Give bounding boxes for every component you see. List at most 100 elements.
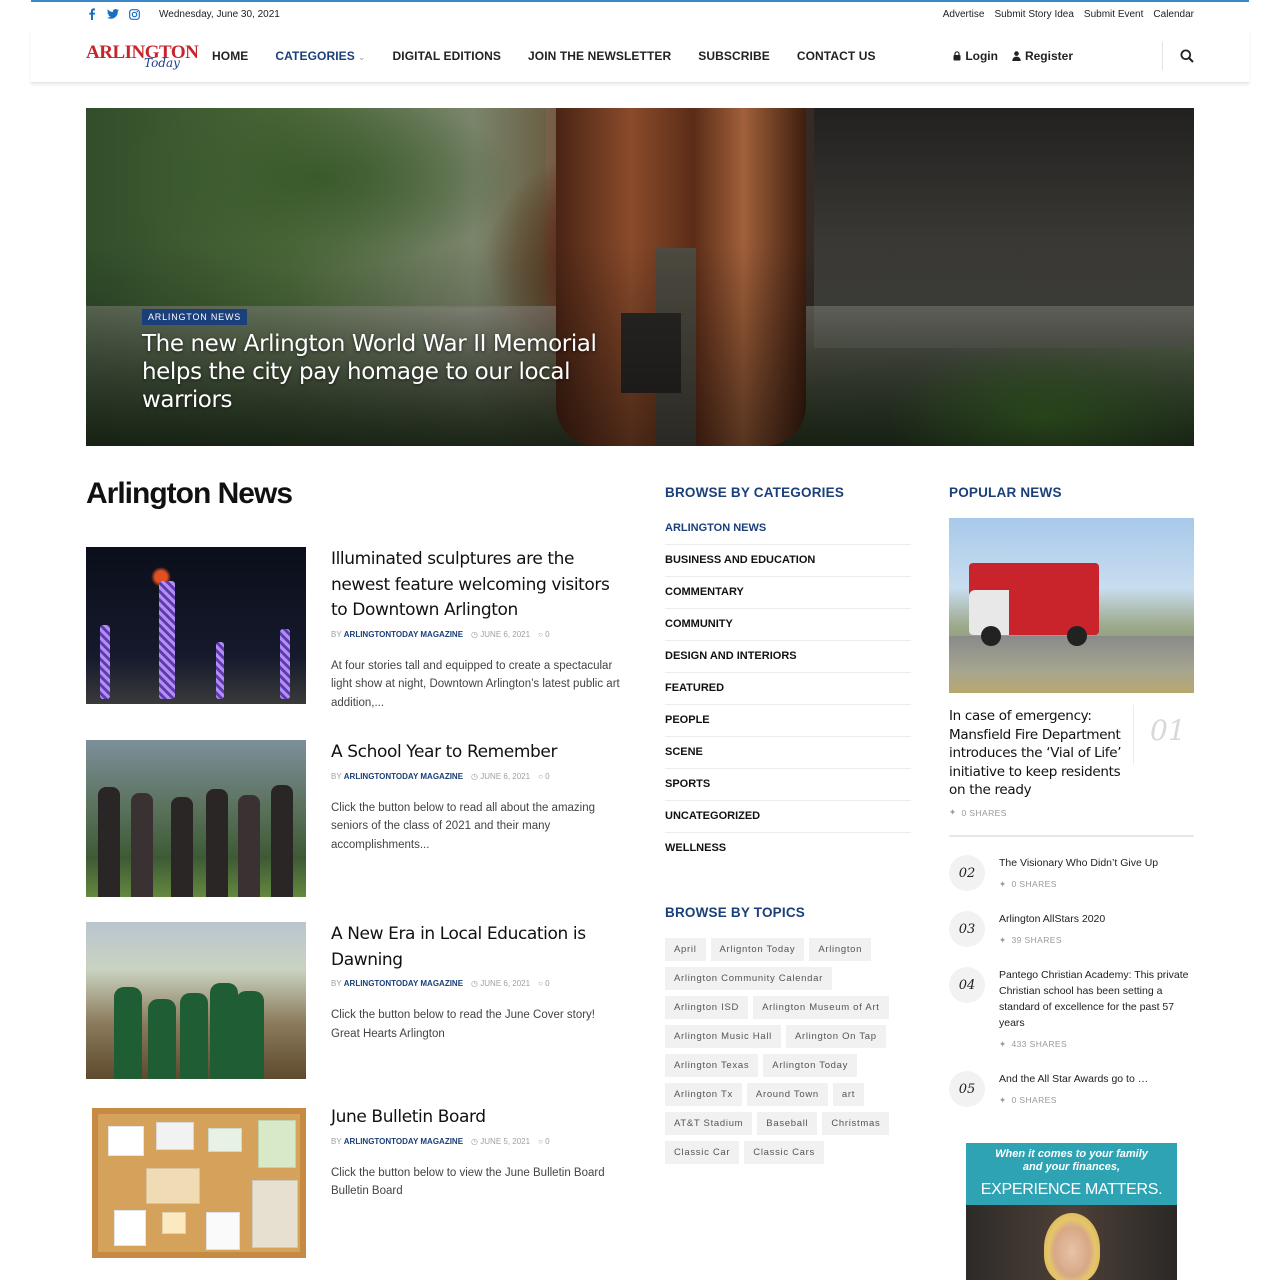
- thumb-person: [271, 785, 293, 897]
- nav-newsletter[interactable]: JOIN THE NEWSLETTER: [528, 49, 671, 63]
- topic-tag[interactable]: Arlington: [809, 938, 872, 961]
- article-date: ◷ JUNE 6, 2021: [471, 979, 530, 988]
- ad-headline: EXPERIENCE MATTERS.: [980, 1181, 1163, 1198]
- instagram-icon[interactable]: [128, 8, 140, 20]
- twitter-icon[interactable]: [107, 8, 119, 20]
- popular-first-rank: 01: [1150, 714, 1186, 747]
- site-logo[interactable]: ARLINGTON Today: [86, 40, 199, 72]
- byline-prefix: BY: [331, 629, 342, 639]
- topic-tag[interactable]: Classic Car: [665, 1141, 740, 1164]
- topics-heading: BROWSE BY TOPICS: [665, 905, 805, 920]
- comment-icon: ○: [538, 771, 543, 781]
- article-author[interactable]: ARLINGTONTODAY MAGAZINE: [344, 1137, 463, 1146]
- article-comments[interactable]: ○ 0: [538, 772, 550, 781]
- clock-icon: ◷: [471, 1136, 479, 1146]
- hero-category-badge[interactable]: ARLINGTON NEWS: [142, 309, 248, 325]
- topic-tag[interactable]: Arlington Tx: [665, 1083, 742, 1106]
- topic-tag[interactable]: Arlington Museum of Art: [753, 996, 889, 1019]
- top-link-submit-event[interactable]: Submit Event: [1084, 9, 1143, 20]
- category-link[interactable]: PEOPLE: [665, 705, 911, 737]
- hero-title[interactable]: The new Arlington World War II Memorial …: [142, 330, 652, 414]
- nav-separator: [1162, 42, 1163, 70]
- popular-shares: ✦ 39 SHARES: [999, 932, 1194, 948]
- category-link[interactable]: COMMENTARY: [665, 577, 911, 609]
- popular-feature-image[interactable]: [949, 518, 1194, 693]
- sidebar-advertisement[interactable]: When it comes to your family and your fin…: [966, 1143, 1177, 1280]
- register-link[interactable]: Register: [1012, 49, 1073, 63]
- popular-title[interactable]: Pantego Christian Academy: This private …: [999, 967, 1194, 1031]
- topic-tag[interactable]: April: [665, 938, 706, 961]
- comment-icon: ○: [538, 979, 543, 988]
- login-label: Login: [965, 49, 998, 63]
- nav-digital-editions[interactable]: DIGITAL EDITIONS: [393, 49, 502, 63]
- top-link-calendar[interactable]: Calendar: [1153, 9, 1194, 20]
- nav-home[interactable]: HOME: [212, 49, 248, 63]
- category-link[interactable]: WELLNESS: [665, 833, 911, 864]
- topic-tag[interactable]: Christmas: [822, 1112, 890, 1135]
- topic-tag[interactable]: AT&T Stadium: [665, 1112, 753, 1135]
- nav-contact[interactable]: CONTACT US: [797, 49, 876, 63]
- article-comments[interactable]: ○ 0: [538, 979, 550, 988]
- article-comments[interactable]: ○ 0: [538, 1137, 550, 1146]
- article-title[interactable]: June Bulletin Board: [331, 1105, 626, 1131]
- logo-script: Today: [144, 56, 180, 70]
- top-link-advertise[interactable]: Advertise: [943, 9, 985, 20]
- popular-text: Pantego Christian Academy: This private …: [999, 967, 1194, 1052]
- search-icon[interactable]: [1180, 49, 1194, 63]
- popular-title[interactable]: The Visionary Who Didn’t Give Up: [999, 855, 1194, 871]
- article-thumbnail[interactable]: [86, 547, 306, 704]
- article-title[interactable]: Illuminated sculptures are the newest fe…: [331, 547, 626, 624]
- comment-count: 0: [545, 629, 550, 639]
- thumb-note: [208, 1128, 242, 1152]
- topic-tag[interactable]: Arlington Community Calendar: [665, 967, 832, 990]
- category-link[interactable]: ARLINGTON NEWS: [665, 513, 911, 545]
- topic-tag[interactable]: Around Town: [746, 1083, 828, 1106]
- topic-tag[interactable]: Arlington Music Hall: [665, 1025, 781, 1048]
- thumb-note: [162, 1212, 186, 1234]
- category-link[interactable]: DESIGN AND INTERIORS: [665, 641, 911, 673]
- topic-tag[interactable]: Arlington ISD: [665, 996, 749, 1019]
- article-comments[interactable]: ○ 0: [538, 630, 550, 639]
- thumb-note: [252, 1180, 298, 1248]
- category-link[interactable]: BUSINESS AND EDUCATION: [665, 545, 911, 577]
- article-thumbnail[interactable]: [92, 1108, 306, 1258]
- article-title[interactable]: A New Era in Local Education is Dawning: [331, 922, 626, 973]
- topic-tag[interactable]: Arlington On Tap: [785, 1025, 886, 1048]
- popular-rank: 05: [949, 1071, 985, 1107]
- nav-subscribe[interactable]: SUBSCRIBE: [698, 49, 770, 63]
- topic-tag[interactable]: Arlignton Today: [710, 938, 805, 961]
- topic-tag[interactable]: art: [832, 1083, 865, 1106]
- popular-title[interactable]: And the All Star Awards go to …: [999, 1071, 1194, 1087]
- nav-categories[interactable]: CATEGORIES ⌄: [275, 49, 365, 63]
- article-byline: BY ARLINGTONTODAY MAGAZINE: [331, 979, 463, 988]
- topic-tag[interactable]: Baseball: [757, 1112, 818, 1135]
- topic-tag[interactable]: Classic Cars: [744, 1141, 824, 1164]
- share-count: 39 SHARES: [1011, 935, 1062, 945]
- popular-divider: [949, 835, 1194, 837]
- facebook-icon[interactable]: [86, 8, 98, 20]
- category-link[interactable]: SPORTS: [665, 769, 911, 801]
- article-author[interactable]: ARLINGTONTODAY MAGAZINE: [344, 772, 463, 781]
- category-link[interactable]: FEATURED: [665, 673, 911, 705]
- category-link[interactable]: SCENE: [665, 737, 911, 769]
- top-bar: Wednesday, June 30, 2021 Advertise Submi…: [86, 8, 1194, 24]
- date-label: JUNE 6, 2021: [480, 979, 531, 988]
- image-wheel: [981, 626, 1001, 646]
- login-link[interactable]: Login: [953, 49, 998, 63]
- category-link[interactable]: UNCATEGORIZED: [665, 801, 911, 833]
- article-byline: BY ARLINGTONTODAY MAGAZINE: [331, 1137, 463, 1146]
- popular-title[interactable]: Arlington AllStars 2020: [999, 911, 1194, 927]
- hero-feature[interactable]: ARLINGTON NEWS The new Arlington World W…: [86, 108, 1194, 446]
- top-link-submit-story[interactable]: Submit Story Idea: [994, 9, 1073, 20]
- article-author[interactable]: ARLINGTONTODAY MAGAZINE: [344, 630, 463, 639]
- categories-heading: BROWSE BY CATEGORIES: [665, 485, 845, 500]
- article-thumbnail[interactable]: [86, 740, 306, 897]
- share-icon: ✦: [999, 1039, 1007, 1049]
- article-author[interactable]: ARLINGTONTODAY MAGAZINE: [344, 979, 463, 988]
- article-title[interactable]: A School Year to Remember: [331, 740, 626, 766]
- category-link[interactable]: COMMUNITY: [665, 609, 911, 641]
- article-thumbnail[interactable]: [86, 922, 306, 1079]
- topic-tag[interactable]: Arlington Texas: [665, 1054, 759, 1077]
- popular-first-title[interactable]: In case of emergency: Mansfield Fire Dep…: [949, 707, 1129, 800]
- topic-tag[interactable]: Arlington Today: [763, 1054, 858, 1077]
